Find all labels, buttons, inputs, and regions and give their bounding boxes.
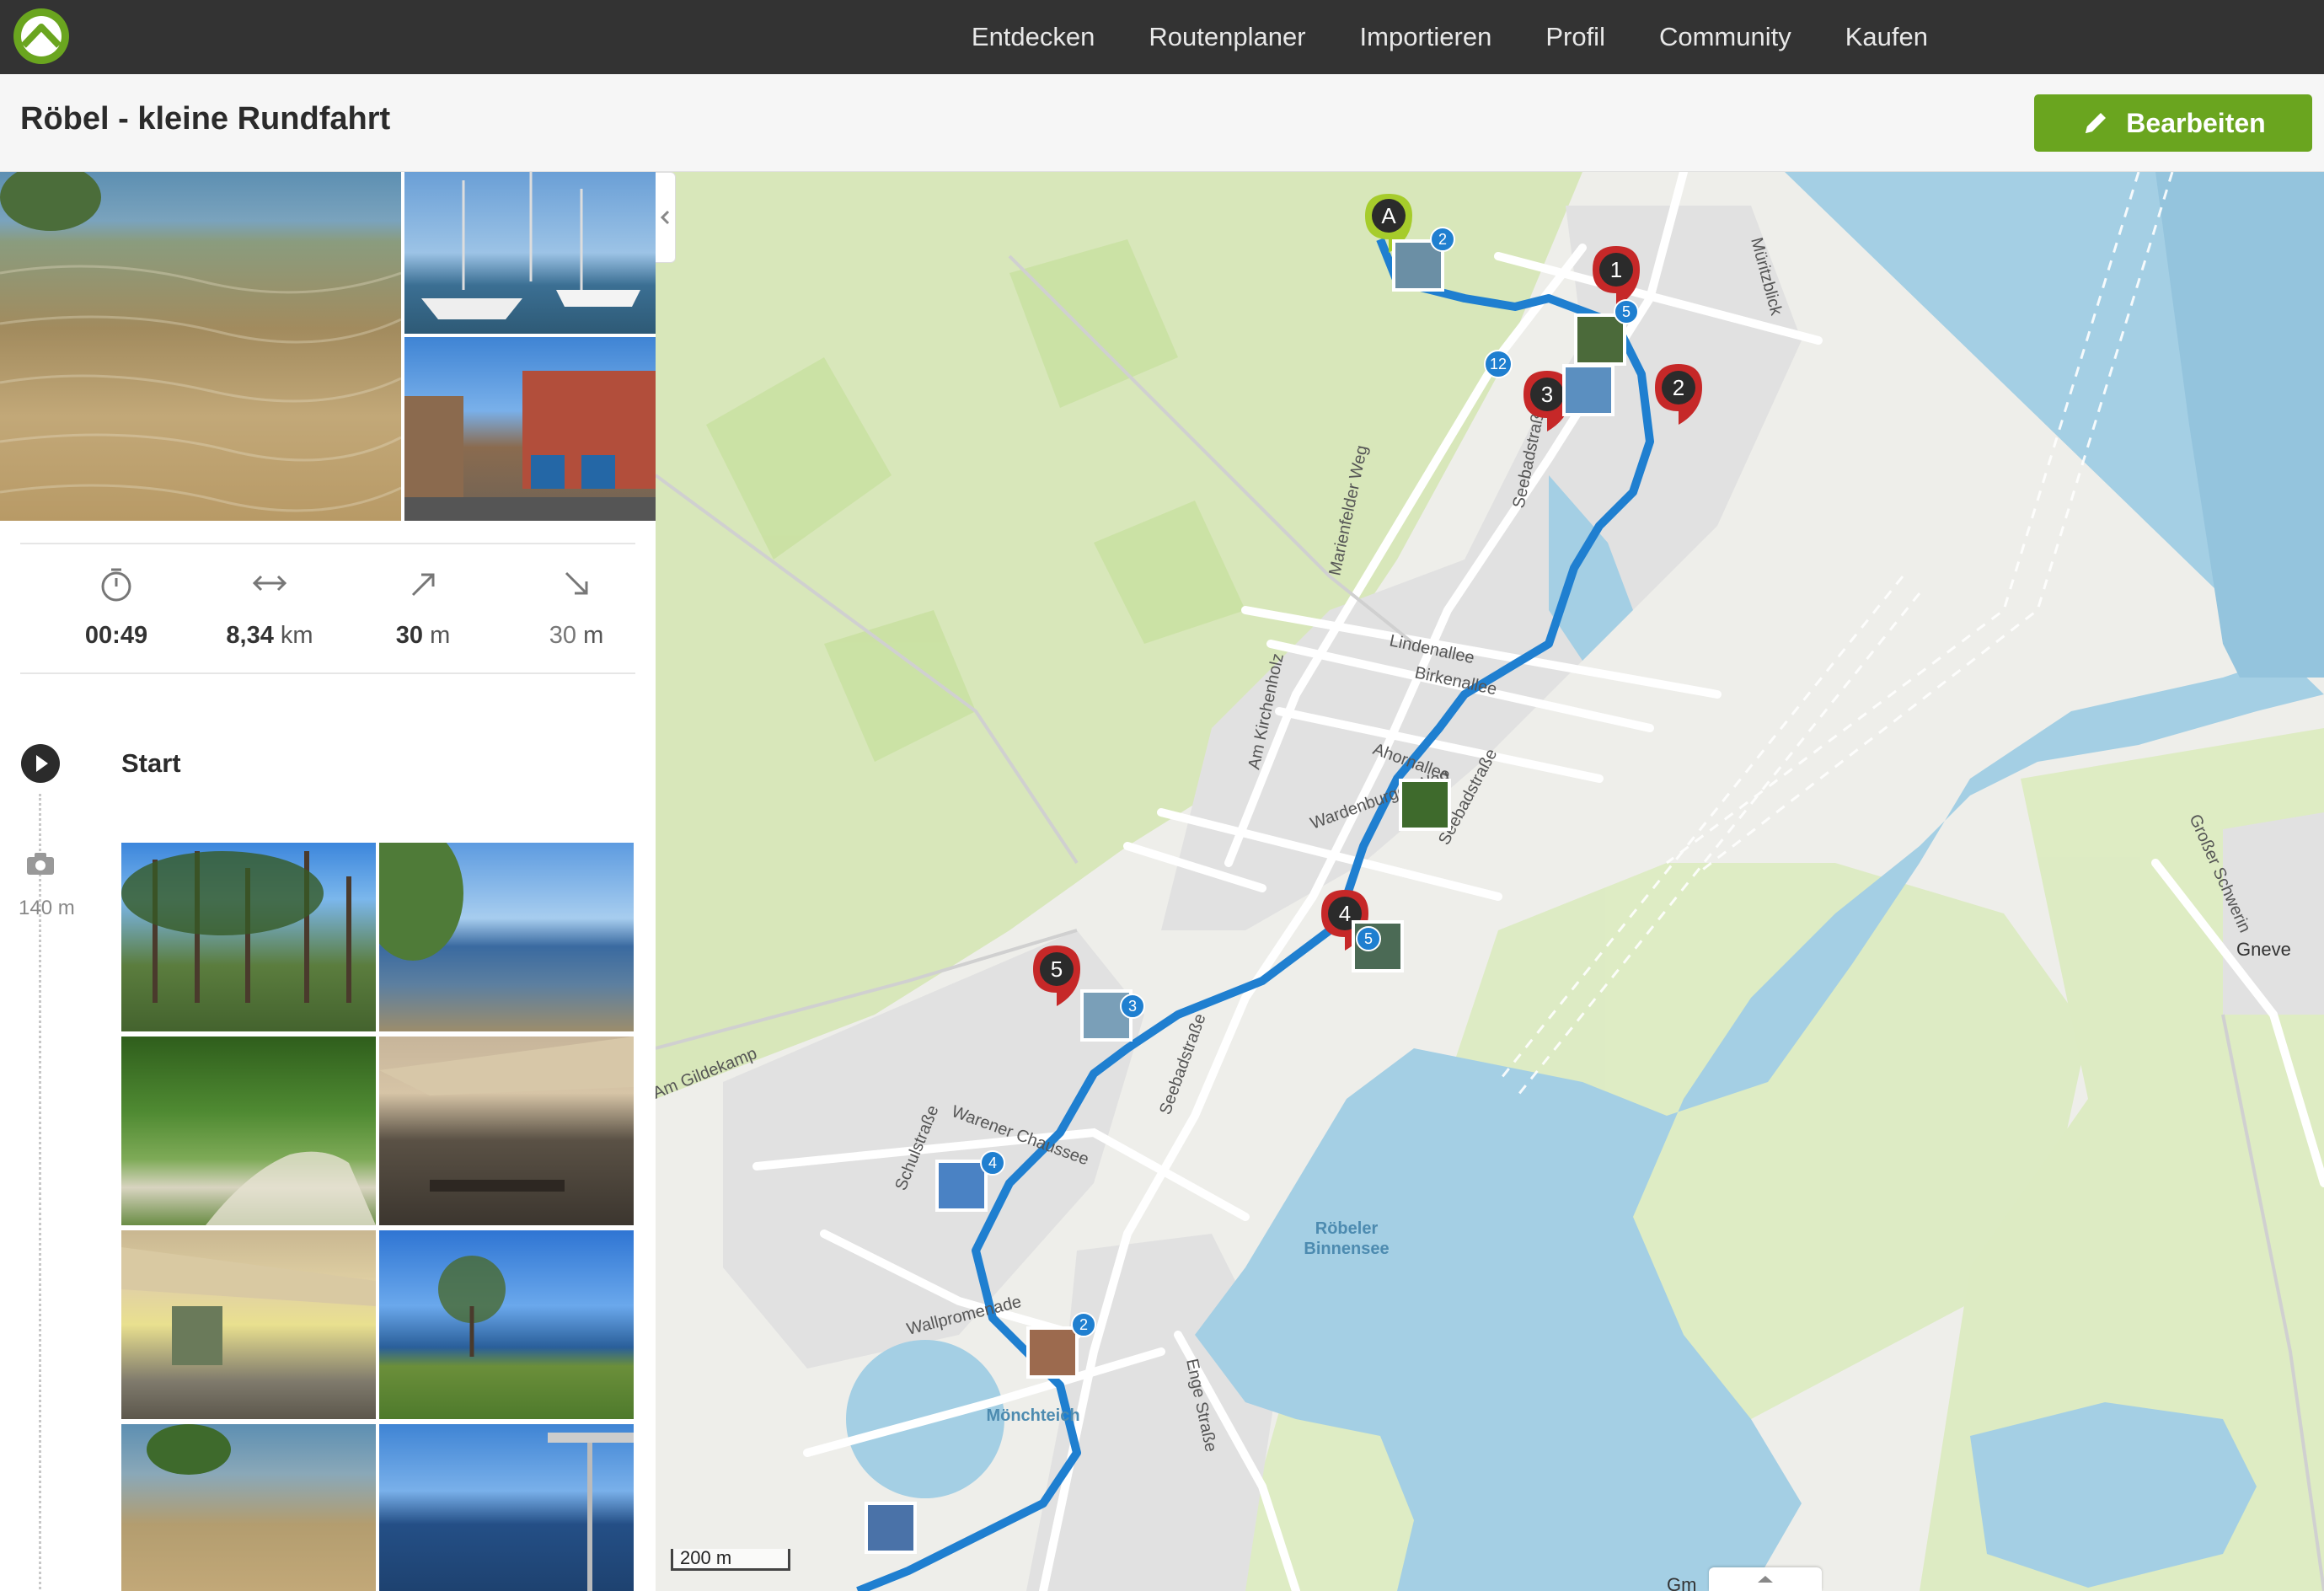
photo-count-badge: 5 [1356, 926, 1381, 951]
downhill-unit: m [583, 622, 604, 649]
chevron-up-icon [1758, 1576, 1773, 1583]
edit-button-label: Bearbeiten [2126, 107, 2266, 138]
uphill-unit: m [430, 622, 451, 649]
map-bottom-drawer-handle[interactable] [1709, 1567, 1822, 1591]
svg-text:2: 2 [1079, 1316, 1088, 1333]
photo-count-badge: 12 [1484, 350, 1513, 378]
edit-button[interactable]: Bearbeiten [2034, 94, 2312, 152]
camera-icon [27, 853, 54, 875]
gallery-photo-house-awning[interactable] [121, 1230, 376, 1419]
stat-uphill: 30 m [347, 544, 499, 676]
gallery-photo-beach-tree[interactable] [379, 1230, 634, 1419]
timeline-start-label: Start [121, 748, 181, 778]
photo-count-badge: 2 [1430, 227, 1455, 252]
pencil-icon [2086, 113, 2107, 133]
top-navigation-bar: Entdecken Routenplaner Importieren Profi… [0, 0, 2324, 74]
photo-count-badge: 4 [980, 1150, 1005, 1176]
svg-text:12: 12 [1490, 356, 1507, 372]
photo-count-badge: 3 [1120, 994, 1145, 1019]
gallery-photo-lake-shore-2[interactable] [121, 1424, 376, 1591]
hero-photo-sailboats[interactable] [404, 172, 656, 334]
map-photo-thumb[interactable] [1026, 1326, 1079, 1379]
waypoint-label-4: 4 [1339, 901, 1351, 926]
svg-text:5: 5 [1364, 930, 1373, 947]
stat-distance: 8,34 km [194, 544, 345, 676]
waypoint-label-2: 2 [1673, 375, 1684, 400]
photo-count-badge: 5 [1614, 299, 1639, 324]
stat-duration: 00:49 [40, 544, 192, 676]
map-scale: 200 m [671, 1547, 790, 1571]
uphill-value: 30 [395, 622, 424, 649]
route-map[interactable]: Müritzblick Seebadstraße Marienfelder We… [656, 172, 2324, 1591]
waypoint-marker-2[interactable]: 2 [1655, 364, 1702, 425]
duration-value: 00:49 [84, 622, 148, 649]
waypoint-marker-5[interactable]: 5 [1033, 945, 1080, 1006]
nav-importieren[interactable]: Importieren [1360, 22, 1492, 52]
hero-photo-street[interactable] [404, 337, 656, 521]
app-logo[interactable] [12, 7, 71, 66]
nav-routenplaner[interactable]: Routenplaner [1149, 22, 1305, 52]
distance-unit: km [280, 622, 313, 649]
start-marker-label: A [1381, 203, 1396, 228]
map-scale-label: 200 m [680, 1547, 732, 1568]
map-photo-thumb[interactable] [1562, 364, 1614, 416]
arrow-down-right-icon [565, 571, 588, 595]
tour-stats: 00:49 8,34 km 30 m 30 m [20, 543, 635, 674]
gallery-photo-diving-tower[interactable] [379, 1424, 634, 1591]
svg-text:4: 4 [988, 1154, 997, 1171]
waypoint-label-1: 1 [1610, 257, 1622, 282]
nav-entdecken[interactable]: Entdecken [972, 22, 1095, 52]
arrow-up-right-icon [411, 573, 435, 597]
waypoint-label-3: 3 [1541, 382, 1553, 407]
play-icon[interactable] [20, 743, 61, 784]
svg-text:5: 5 [1622, 303, 1631, 320]
map-photo-thumb[interactable] [865, 1502, 917, 1554]
distance-value: 8,34 [226, 622, 274, 649]
sidebar-collapse-tab[interactable] [656, 172, 676, 263]
stopwatch-icon [101, 568, 131, 602]
main-nav: Entdecken Routenplaner Importieren Profi… [918, 0, 1928, 74]
waypoint-marker-1[interactable]: 1 [1593, 246, 1640, 307]
nav-profil[interactable]: Profil [1545, 22, 1605, 52]
map-photo-thumb[interactable] [1399, 779, 1451, 831]
svg-text:3: 3 [1128, 998, 1137, 1015]
stat-downhill: 30 m [501, 544, 652, 676]
svg-text:2: 2 [1438, 231, 1447, 248]
photo-count-badge: 2 [1071, 1312, 1096, 1337]
horizontal-arrows-icon [252, 575, 287, 592]
tour-header: Röbel - kleine Rundfahrt Bearbeiten [0, 74, 2324, 172]
waypoint-label-5: 5 [1051, 956, 1063, 982]
map-photo-thumb[interactable] [935, 1160, 988, 1212]
gallery-photo-pine-forest[interactable] [121, 843, 376, 1031]
chevron-left-icon [660, 210, 669, 225]
gallery-photo-lake-view[interactable] [379, 843, 634, 1031]
gallery-photo-forest-path[interactable] [121, 1037, 376, 1225]
downhill-value: 30 [549, 622, 577, 649]
nav-kaufen[interactable]: Kaufen [1845, 22, 1928, 52]
gallery-photo-terrace[interactable] [379, 1037, 634, 1225]
timeline-distance: 140 m [19, 897, 75, 919]
nav-community[interactable]: Community [1659, 22, 1791, 52]
hero-photo-lake-shore[interactable] [0, 172, 401, 521]
tour-sidebar: 00:49 8,34 km 30 m 30 m Start 140 m [0, 172, 656, 1591]
page-title: Röbel - kleine Rundfahrt [20, 101, 391, 137]
